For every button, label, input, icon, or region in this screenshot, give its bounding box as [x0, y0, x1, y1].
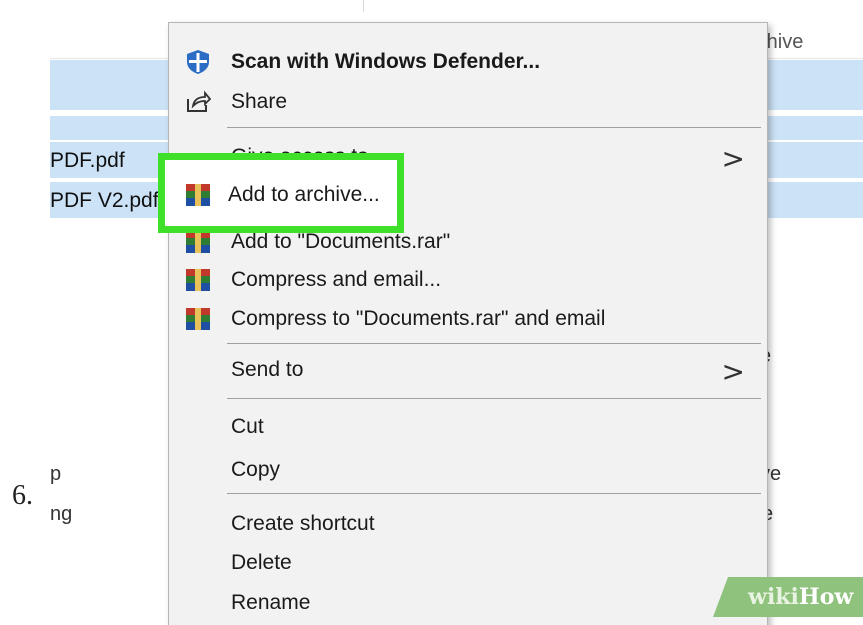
menu-item-rename[interactable]: Rename [169, 584, 767, 624]
menu-item-label: Cut [231, 415, 264, 438]
share-icon [187, 90, 211, 112]
menu-item-create-shortcut[interactable]: Create shortcut [169, 505, 767, 545]
menu-item-label: Add to archive... [228, 183, 380, 206]
menu-separator [227, 127, 761, 128]
column-divider[interactable] [363, 0, 364, 12]
menu-item-label: Send to [231, 358, 304, 381]
menu-item-label: Add to "Documents.rar" [231, 230, 451, 253]
file-row-fragment: p [50, 463, 62, 485]
file-row-fragment: ng [50, 503, 73, 525]
menu-item-compress-to-documents-rar-and-email[interactable]: Compress to "Documents.rar" and email [169, 300, 767, 340]
menu-item-send-to[interactable]: Send to > [169, 351, 767, 391]
menu-item-label: Share [231, 90, 288, 113]
menu-item-label: Compress and email... [231, 268, 442, 291]
context-menu: Scan with Windows Defender... Share Give… [168, 22, 768, 625]
menu-item-label: Delete [231, 551, 292, 574]
menu-separator [227, 493, 761, 494]
menu-item-scan-defender[interactable]: Scan with Windows Defender... [169, 43, 767, 83]
file-name[interactable]: PDF.pdf [50, 149, 125, 173]
menu-separator [227, 343, 761, 344]
menu-item-add-to-archive-highlighted[interactable]: Add to archive... [175, 176, 395, 216]
windows-defender-shield-icon [187, 50, 209, 74]
menu-item-label: Rename [231, 591, 311, 614]
chevron-right-icon: > [721, 142, 745, 175]
menu-item-label: Scan with Windows Defender... [231, 50, 541, 73]
file-name[interactable]: PDF V2.pdf [50, 189, 159, 213]
winrar-icon [186, 184, 210, 206]
menu-item-label: Compress to "Documents.rar" and email [231, 307, 606, 330]
menu-item-share[interactable]: Share [169, 83, 767, 123]
menu-item-delete[interactable]: Delete [169, 544, 767, 584]
menu-item-cut[interactable]: Cut [169, 408, 767, 448]
chevron-right-icon: > [721, 355, 745, 388]
menu-item-label: Copy [231, 458, 281, 481]
winrar-icon [186, 308, 210, 330]
explorer-window: rchive t PDF.pdf PDF V2.pdf e ve e p ng … [50, 0, 863, 625]
wikihow-watermark: wikiHow [713, 577, 863, 617]
menu-item-copy[interactable]: Copy [169, 451, 767, 491]
menu-separator [227, 398, 761, 399]
menu-item-compress-and-email[interactable]: Compress and email... [169, 261, 767, 301]
step-number: 6. [12, 480, 33, 511]
winrar-icon [186, 269, 210, 291]
menu-item-label: Create shortcut [231, 512, 375, 535]
